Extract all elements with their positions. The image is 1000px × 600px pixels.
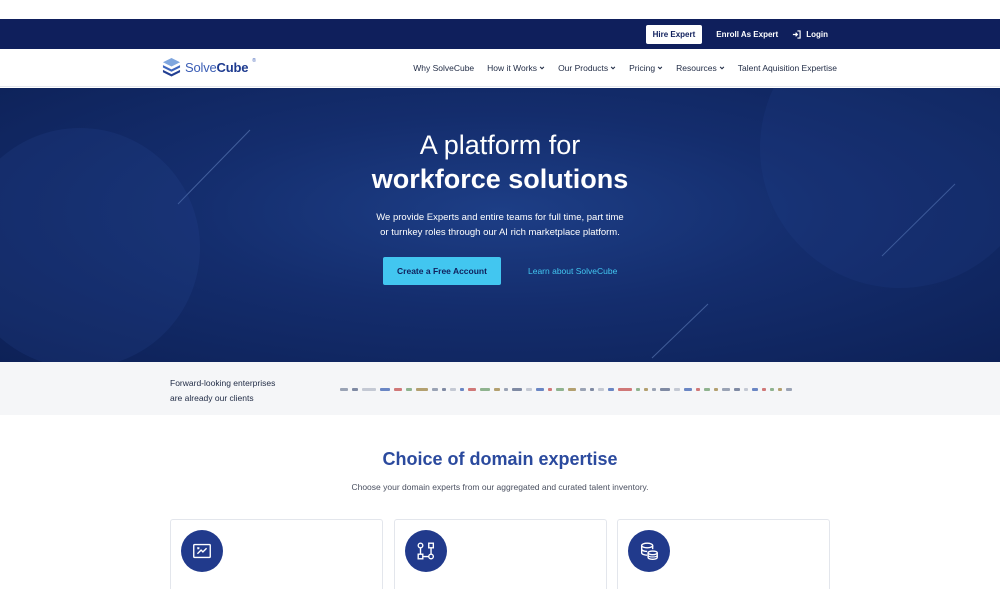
client-logo: [512, 387, 522, 391]
client-logo: [752, 387, 758, 391]
client-logo: [618, 387, 632, 391]
client-logo: [714, 387, 718, 391]
database-coins-icon: [640, 542, 658, 560]
hero-subtitle-line2: or turnkey roles through our AI rich mar…: [380, 227, 620, 238]
client-logos-row: [340, 386, 792, 392]
client-logo: [608, 387, 614, 391]
logo-wordmark: SolveCube: [185, 60, 249, 75]
client-logo: [770, 387, 774, 391]
client-logo: [548, 387, 552, 391]
nav-item-4[interactable]: Pricing: [629, 63, 663, 73]
client-logo: [580, 387, 586, 391]
client-logo: [468, 387, 476, 391]
client-logo: [636, 387, 640, 391]
registered-mark: ®: [252, 58, 256, 64]
domain-section-subtitle: Choose your domain experts from our aggr…: [351, 482, 649, 492]
nav-item-label: Resources: [676, 63, 717, 73]
nav-item-6[interactable]: Talent Aquisition Expertise: [738, 63, 837, 73]
domain-card-2[interactable]: [394, 519, 607, 589]
client-logo: [722, 387, 730, 391]
flow-diagram-icon: [417, 542, 435, 560]
hero-section: A platform for workforce solutions We pr…: [0, 88, 1000, 362]
client-logo: [406, 387, 412, 391]
domain-expertise-section: Choice of domain expertise Choose your d…: [0, 415, 1000, 600]
chevron-down-icon: [610, 66, 616, 70]
client-logo: [460, 387, 464, 391]
client-logo: [590, 387, 594, 391]
client-logo: [480, 387, 490, 391]
enroll-expert-label: Enroll As Expert: [716, 29, 779, 39]
nav-item-label: Our Products: [558, 63, 609, 73]
chevron-down-icon: [657, 66, 663, 70]
client-logo: [744, 387, 748, 391]
solvecube-logo[interactable]: SolveCube ®: [162, 57, 256, 78]
nav-item-label: Why SolveCube: [413, 63, 475, 73]
client-logo: [644, 387, 648, 391]
client-logo: [762, 387, 766, 391]
client-logo: [660, 387, 670, 391]
hire-expert-button[interactable]: Hire Expert: [645, 24, 703, 44]
cube-logo-icon: [162, 58, 181, 77]
client-logo: [568, 387, 576, 391]
login-icon: [793, 29, 801, 39]
client-logo: [432, 387, 438, 391]
client-logo: [778, 387, 782, 391]
top-utility-bar: Hire Expert Enroll As Expert Login: [0, 19, 1000, 49]
domain-card-icon-badge: [181, 530, 223, 572]
hero-title-line2: workforce solutions: [371, 164, 629, 194]
client-logo: [536, 387, 544, 391]
domain-card-3[interactable]: [617, 519, 830, 589]
domain-card-1[interactable]: [170, 519, 383, 589]
hero-subtitle-line1: We provide Experts and entire teams for …: [376, 212, 624, 223]
chart-screen-icon: [193, 543, 211, 559]
chevron-down-icon: [539, 66, 545, 70]
clients-caption-line2: are already our clients: [170, 393, 254, 403]
client-logo: [734, 387, 740, 391]
nav-item-2[interactable]: How it Works: [487, 63, 545, 73]
create-free-account-button[interactable]: Create a Free Account: [383, 257, 501, 285]
hero-subtitle: We provide Experts and entire teams for …: [0, 210, 1000, 240]
client-logo: [362, 387, 376, 391]
client-logo: [352, 387, 358, 391]
client-logo: [674, 387, 680, 391]
client-logo: [652, 387, 656, 391]
main-navbar: SolveCube ® Why SolveCube How it Works Our…: [0, 49, 1000, 87]
client-logo: [696, 387, 700, 391]
login-label: Login: [806, 29, 828, 39]
clients-caption: Forward-looking enterprises are already …: [170, 376, 275, 406]
client-logo: [442, 387, 446, 391]
login-link[interactable]: Login: [792, 30, 828, 39]
nav-item-5[interactable]: Resources: [676, 63, 725, 73]
hero-title-line1: A platform for: [419, 130, 581, 160]
client-logo: [684, 387, 692, 391]
nav-item-1[interactable]: Why SolveCube: [413, 63, 474, 73]
client-logo: [340, 387, 348, 391]
nav-item-label: How it Works: [487, 63, 538, 73]
client-logo: [786, 387, 792, 391]
client-logo: [380, 387, 390, 391]
domain-card-icon-badge: [628, 530, 670, 572]
nav-menu: Why SolveCube How it Works Our Products Pri…: [413, 49, 837, 87]
chevron-down-icon: [719, 66, 725, 70]
client-logo: [704, 387, 710, 391]
nav-item-3[interactable]: Our Products: [558, 63, 616, 73]
enroll-expert-link[interactable]: Enroll As Expert: [716, 30, 778, 39]
domain-card-icon-badge: [405, 530, 447, 572]
clients-strip: Forward-looking enterprises are already …: [0, 362, 1000, 415]
client-logo: [450, 387, 456, 391]
nav-item-label: Talent Aquisition Expertise: [737, 63, 837, 73]
client-logo: [504, 387, 508, 391]
nav-item-label: Pricing: [629, 63, 656, 73]
client-logo: [394, 387, 402, 391]
learn-about-link[interactable]: Learn about SolveCube: [528, 257, 617, 285]
domain-section-title: Choice of domain expertise: [382, 449, 618, 469]
client-logo: [494, 387, 500, 391]
client-logo: [526, 387, 532, 391]
client-logo: [598, 387, 604, 391]
client-logo: [556, 387, 564, 391]
client-logo: [416, 387, 428, 391]
clients-caption-line1: Forward-looking enterprises: [170, 378, 276, 388]
